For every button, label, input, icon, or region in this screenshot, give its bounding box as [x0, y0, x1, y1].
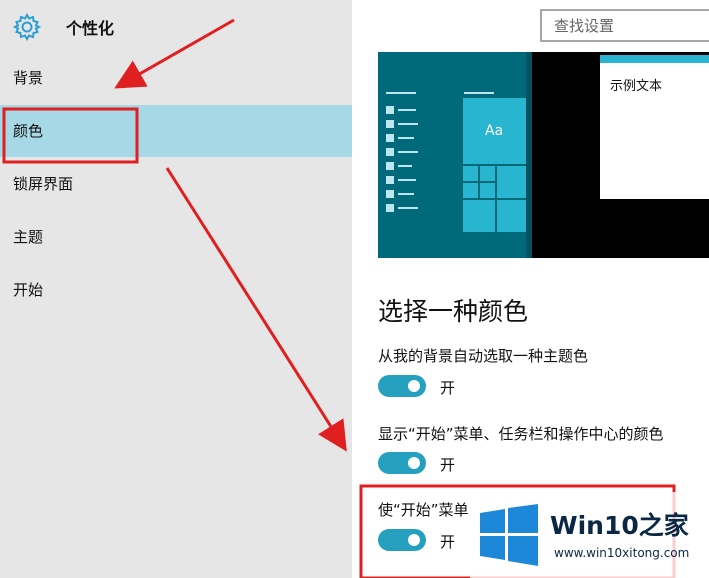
toggle-knob — [408, 380, 420, 392]
nav-item-start[interactable]: 开始 — [0, 264, 352, 316]
nav-item-label: 背景 — [13, 69, 44, 87]
start-transparent-state: 开 — [440, 533, 456, 551]
nav-item-label: 开始 — [13, 281, 44, 299]
section-title: 选择一种颜色 — [378, 297, 529, 326]
watermark-brand: Win10之家 — [550, 511, 689, 540]
preview-window-tab — [600, 55, 614, 63]
preview-divider — [526, 52, 532, 258]
nav-item-background[interactable]: 背景 — [0, 52, 352, 104]
watermark: Win10之家 www.win10xitong.com — [470, 492, 709, 578]
show-color-toggle[interactable] — [378, 452, 426, 474]
page-title: 个性化 — [66, 19, 115, 38]
app-header: 个性化 — [0, 0, 352, 52]
nav-item-lock-screen[interactable]: 锁屏界面 — [0, 158, 352, 210]
sample-text: 示例文本 — [610, 79, 663, 94]
nav-item-themes[interactable]: 主题 — [0, 211, 352, 263]
nav-item-colors[interactable]: 颜色 — [0, 105, 352, 157]
search-box[interactable] — [540, 9, 709, 42]
auto-accent-state: 开 — [440, 379, 456, 397]
preview-start-graphic — [386, 92, 528, 232]
search-input[interactable] — [542, 11, 709, 40]
nav-item-label: 主题 — [13, 228, 44, 246]
setting-show-color-label: 显示“开始”菜单、任务栏和操作中心的颜色 — [378, 425, 664, 443]
nav-item-label: 颜色 — [13, 122, 44, 140]
toggle-knob — [408, 457, 420, 469]
windows-logo-icon — [480, 504, 538, 566]
navigation-pane: 个性化 背景 颜色 锁屏界面 主题 开始 — [0, 0, 352, 578]
nav-item-label: 锁屏界面 — [13, 175, 74, 193]
setting-auto-accent-label: 从我的背景自动选取一种主题色 — [378, 347, 589, 365]
preview-tile-label: Aa — [485, 123, 504, 139]
preview-start-menu — [378, 52, 528, 258]
gear-icon — [12, 12, 42, 42]
auto-accent-toggle[interactable] — [378, 375, 426, 397]
show-color-state: 开 — [440, 456, 456, 474]
watermark-url: www.win10xitong.com — [554, 546, 690, 560]
setting-start-transparent-label: 使“开始”菜单 — [378, 501, 469, 519]
toggle-knob — [408, 534, 420, 546]
start-transparent-toggle[interactable] — [378, 529, 426, 551]
preview-window: 示例文本 — [600, 55, 709, 199]
color-preview: Aa 示例文本 — [378, 52, 709, 258]
